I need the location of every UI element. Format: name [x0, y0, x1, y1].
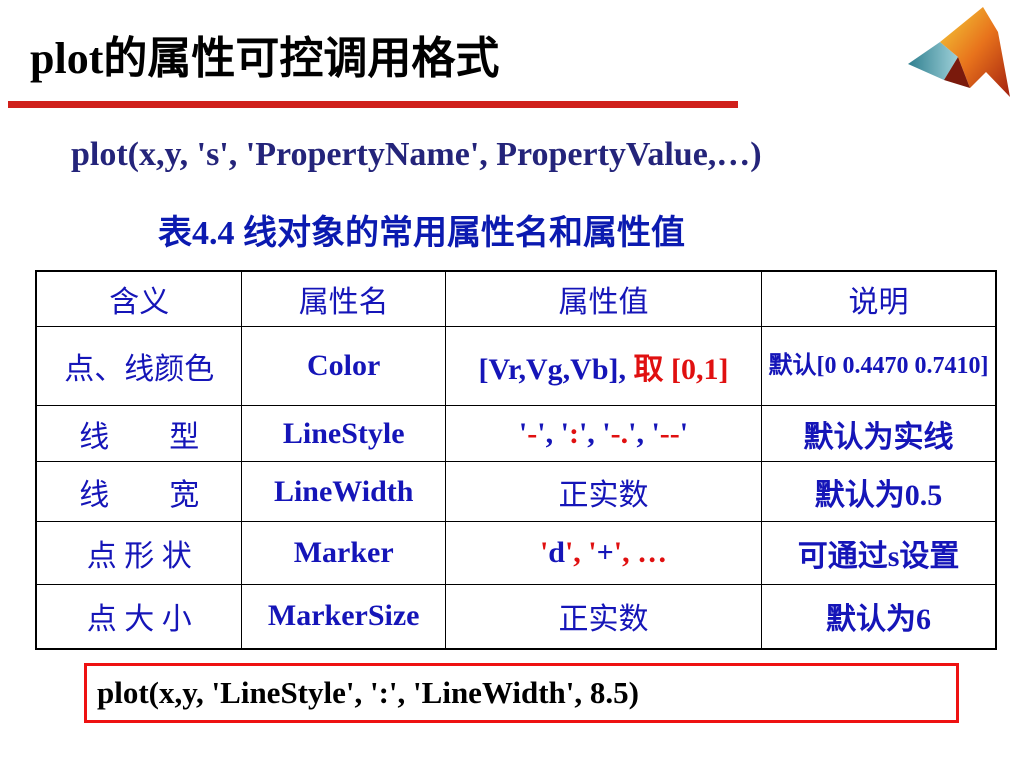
table-row: 点 大 小 MarkerSize 正实数 默认为6: [35, 584, 997, 649]
header-property-value: 属性值: [444, 270, 763, 327]
table-row: 线 宽 LineWidth 正实数 默认为0.5: [35, 461, 997, 522]
cell-note: 默认[0 0.4470 0.7410]: [761, 326, 997, 406]
value-quote: ': [518, 416, 528, 450]
slide-title: plot的属性可控调用格式: [30, 34, 500, 83]
cell-meaning: 点 大 小: [35, 584, 243, 649]
cell-property-value: 正实数: [444, 461, 763, 522]
example-code-box: plot(x,y, 'LineStyle', ':', 'LineWidth',…: [84, 663, 959, 723]
cell-property-name: Color: [241, 326, 446, 406]
cell-note: 可通过s设置: [761, 521, 997, 585]
value-tail: ', …: [613, 536, 668, 569]
value-sep: ', ': [578, 416, 611, 450]
value-token: -: [527, 416, 538, 450]
syntax-line: plot(x,y, 's', 'PropertyName', PropertyV…: [71, 136, 762, 173]
cell-property-name: MarkerSize: [241, 584, 446, 649]
header-note: 说明: [761, 270, 997, 327]
cell-meaning: 线 宽: [35, 461, 243, 522]
table-row: 点、线颜色 Color [Vr,Vg,Vb], 取 [0,1] 默认[0 0.4…: [35, 326, 997, 406]
value-sep: ', ': [537, 416, 569, 450]
cell-property-name: LineWidth: [241, 461, 446, 522]
value-sep: ', ': [628, 416, 660, 450]
cell-meaning: 线 型: [35, 405, 243, 462]
title-underline: [8, 101, 738, 108]
value-range-text: 取 [0,1]: [633, 353, 729, 386]
cell-property-value: [Vr,Vg,Vb], 取 [0,1]: [444, 326, 763, 406]
value-token: d: [548, 536, 565, 569]
cell-note: 默认为6: [761, 584, 997, 649]
cell-meaning: 点、线颜色: [35, 326, 243, 406]
table-header-row: 含义 属性名 属性值 说明: [35, 270, 997, 327]
matlab-logo-icon: [908, 7, 1010, 97]
value-text: [Vr,Vg,Vb],: [478, 353, 627, 386]
value-token: :: [568, 416, 579, 450]
property-table: 含义 属性名 属性值 说明 点、线颜色 Color [Vr,Vg,Vb], 取 …: [35, 270, 997, 650]
cell-property-name: Marker: [241, 521, 446, 585]
cell-property-value: '-', ':', '-.', '--': [444, 405, 763, 462]
header-property-name: 属性名: [241, 270, 446, 327]
value-quote: ': [679, 416, 689, 450]
cell-note: 默认为0.5: [761, 461, 997, 522]
table-caption: 表4.4 线对象的常用属性名和属性值: [158, 215, 685, 252]
cell-property-name: LineStyle: [241, 405, 446, 462]
value-sep: ', ': [564, 536, 597, 569]
cell-note: 默认为实线: [761, 405, 997, 462]
header-meaning: 含义: [35, 270, 243, 327]
cell-property-value: 正实数: [444, 584, 763, 649]
value-token: -.: [610, 416, 629, 450]
cell-property-value: 'd', '+', …: [444, 521, 763, 585]
table-row: 点 形 状 Marker 'd', '+', … 可通过s设置: [35, 521, 997, 585]
table-row: 线 型 LineStyle '-', ':', '-.', '--' 默认为实线: [35, 405, 997, 462]
cell-meaning: 点 形 状: [35, 521, 243, 585]
value-token: +: [596, 536, 614, 569]
value-token: --: [659, 416, 680, 450]
